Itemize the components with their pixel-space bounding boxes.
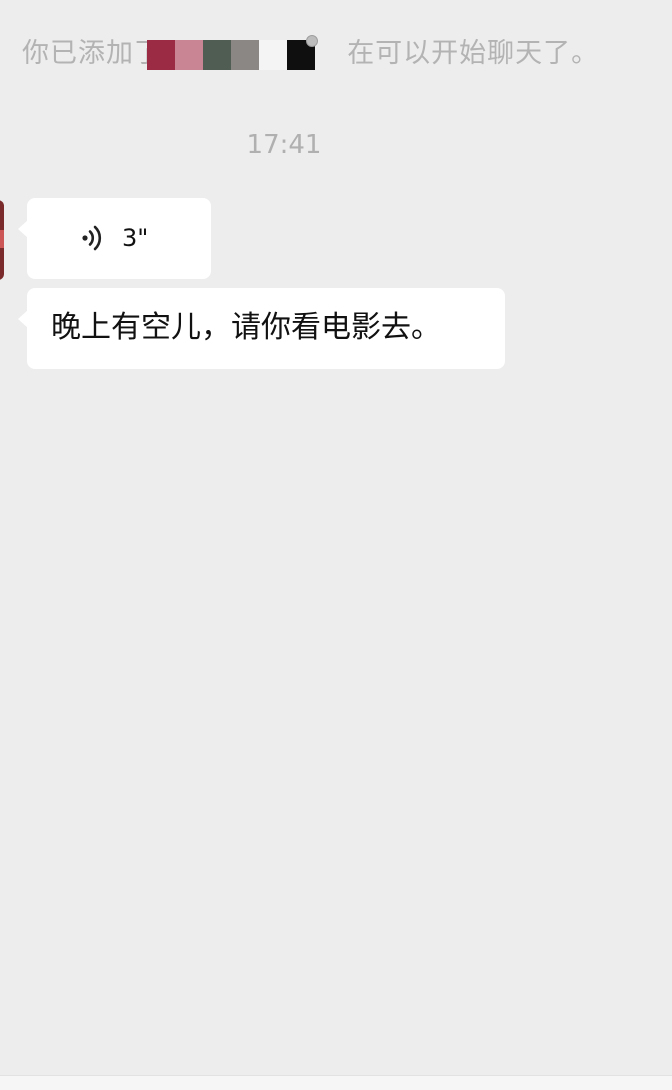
message-timestamp: 17:41 xyxy=(246,130,322,160)
redaction-block xyxy=(175,40,203,70)
chat-screen: { "system_notice": { "prefix": "你已添加了", … xyxy=(0,0,672,1090)
redaction-block xyxy=(203,40,231,70)
voice-duration: 3" xyxy=(122,224,149,252)
redaction-block xyxy=(231,40,259,70)
avatar[interactable] xyxy=(0,200,4,280)
bottom-edge xyxy=(0,1075,672,1090)
text-message-bubble[interactable]: 晚上有空儿，请你看电影去。 xyxy=(18,288,505,369)
redaction-block xyxy=(147,40,175,70)
voice-wave-icon xyxy=(79,223,109,253)
voice-message-bubble[interactable]: 3" xyxy=(18,198,211,279)
message-text: 晚上有空儿，请你看电影去。 xyxy=(51,310,441,345)
system-notice: 你已添加了 在可以开始聊天了。 xyxy=(22,34,642,74)
redacted-contact-name xyxy=(147,35,318,70)
redaction-block xyxy=(259,40,287,70)
close-dot-icon xyxy=(306,35,318,47)
system-notice-suffix: 在可以开始聊天了。 xyxy=(347,38,600,69)
system-notice-prefix: 你已添加了 xyxy=(22,38,162,69)
